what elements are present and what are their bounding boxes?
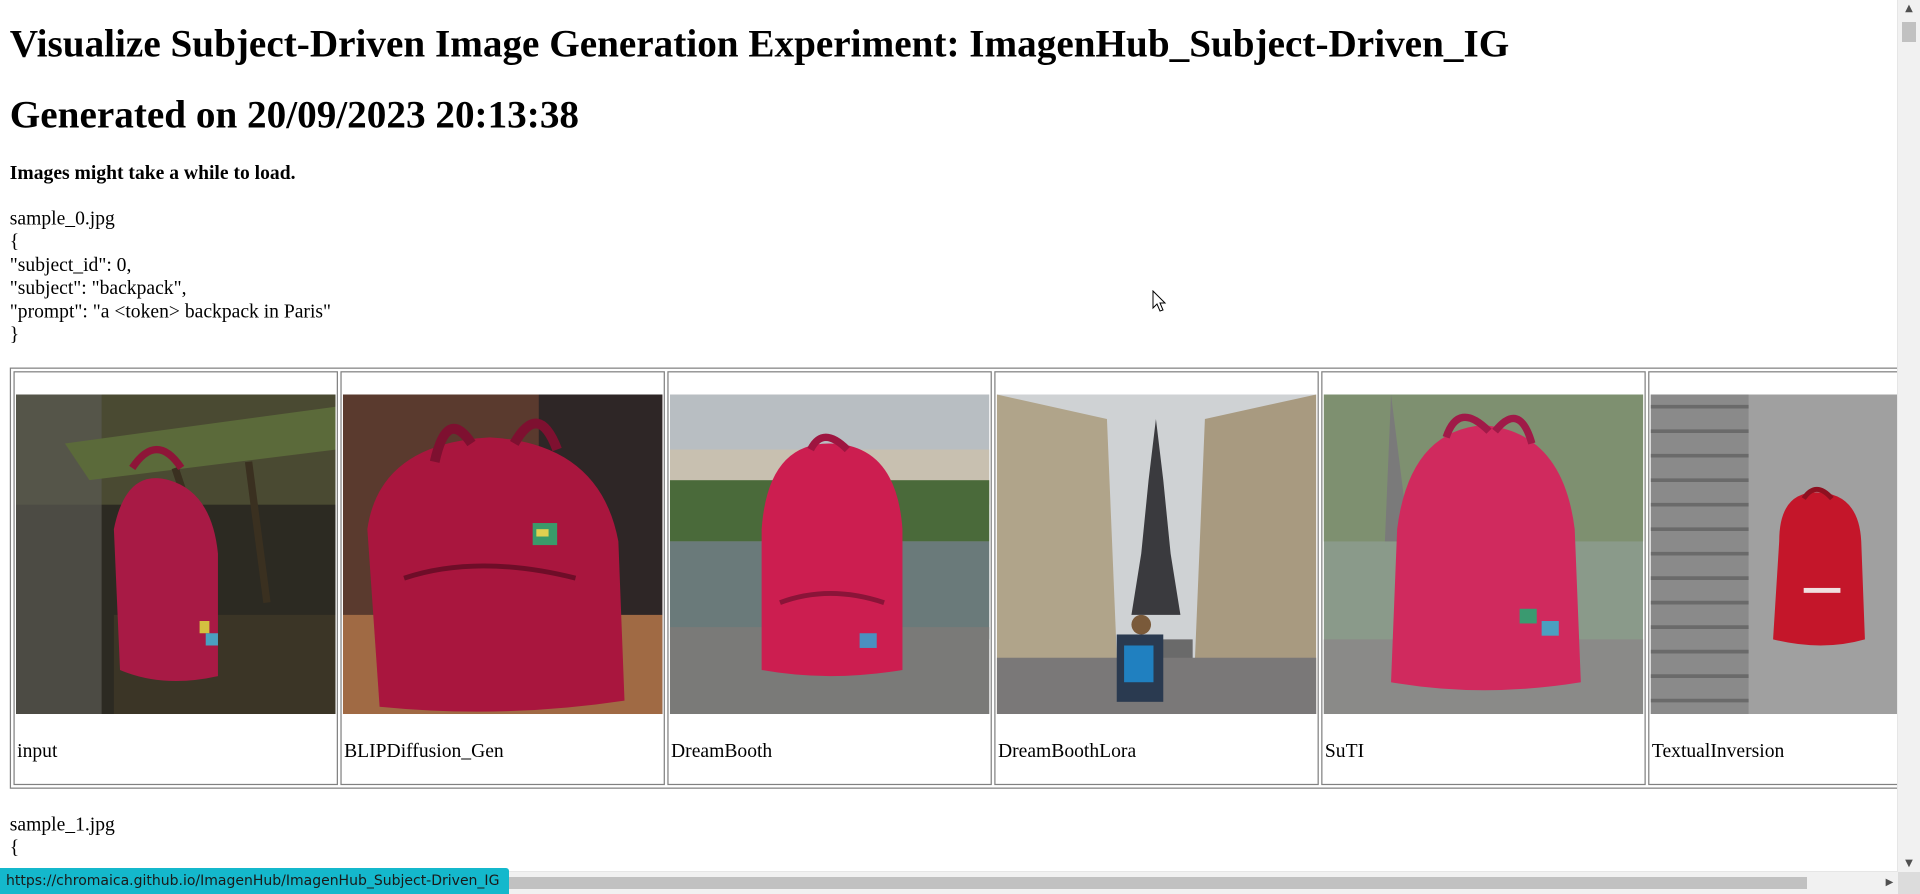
page-viewport: Visualize Subject-Driven Image Generatio… bbox=[0, 0, 1898, 872]
result-label: BLIPDiffusion_Gen bbox=[344, 741, 504, 763]
result-label: DreamBooth bbox=[671, 741, 773, 763]
scrollbar-corner bbox=[1898, 872, 1920, 894]
meta-line: "subject_id": 0, bbox=[9, 255, 132, 277]
result-cell: TextualInversion bbox=[1648, 372, 1898, 786]
meta-line: } bbox=[9, 325, 20, 347]
sample-block: sample_1.jpg { bbox=[10, 814, 1888, 861]
generated-timestamp: Generated on 20/09/2023 20:13:38 bbox=[9, 92, 579, 137]
loading-note: Images might take a while to load. bbox=[9, 163, 296, 185]
result-cell: DreamBoothLora bbox=[994, 372, 1319, 786]
result-label: input bbox=[17, 741, 58, 763]
textualinversion-image bbox=[1650, 395, 1898, 715]
page-title: Visualize Subject-Driven Image Generatio… bbox=[9, 21, 1510, 66]
meta-line: "prompt": "a <token> backpack in Paris" bbox=[9, 302, 332, 324]
sample-filename: sample_0.jpg bbox=[9, 209, 115, 231]
vertical-scrollbar[interactable]: ▲ ▼ bbox=[1897, 0, 1920, 872]
mouse-cursor-icon bbox=[1152, 290, 1167, 312]
dreamboothlora-image bbox=[996, 395, 1317, 715]
result-label: TextualInversion bbox=[1651, 741, 1785, 763]
page-content: Visualize Subject-Driven Image Generatio… bbox=[0, 21, 1898, 860]
scroll-up-arrow-icon[interactable]: ▲ bbox=[1898, 0, 1920, 17]
vertical-scroll-thumb[interactable] bbox=[1902, 22, 1916, 42]
horizontal-scroll-thumb[interactable] bbox=[485, 877, 1807, 889]
scroll-down-arrow-icon[interactable]: ▼ bbox=[1898, 855, 1920, 872]
sample-filename: sample_1.jpg bbox=[9, 815, 115, 837]
sample-block: sample_0.jpg {"subject_id": 0, "subject":… bbox=[9, 208, 1898, 790]
input-image bbox=[15, 395, 336, 715]
dreambooth-image bbox=[669, 395, 990, 715]
suti-image bbox=[1323, 395, 1644, 715]
result-cell: BLIPDiffusion_Gen bbox=[340, 372, 665, 786]
blipdiffusion-image bbox=[342, 395, 663, 715]
scroll-right-arrow-icon[interactable]: ▶ bbox=[1881, 872, 1898, 894]
meta-line: "subject": "backpack", bbox=[9, 278, 187, 300]
result-cell: DreamBooth bbox=[667, 372, 992, 786]
link-status-bar: https://chromaica.github.io/ImagenHub/Im… bbox=[0, 868, 510, 894]
result-label: DreamBoothLora bbox=[997, 741, 1137, 763]
meta-line: { bbox=[9, 232, 20, 254]
sample-metadata: { bbox=[9, 838, 20, 860]
results-table: input BLIPDiffusion_Gen DreamBooth Dream… bbox=[9, 368, 1898, 790]
result-cell: input bbox=[13, 372, 338, 786]
sample-metadata: {"subject_id": 0, "subject": "backpack", "… bbox=[10, 231, 1888, 347]
result-label: SuTI bbox=[1324, 741, 1365, 763]
result-cell: SuTI bbox=[1321, 372, 1646, 786]
